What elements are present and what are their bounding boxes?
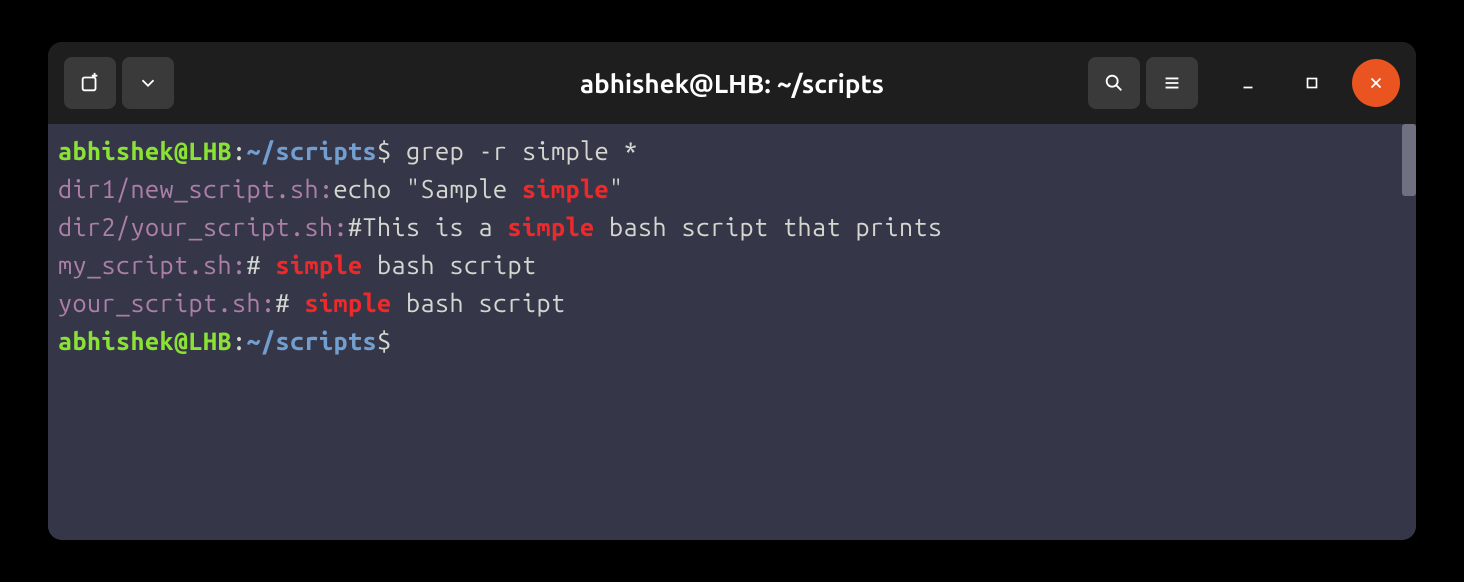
prompt-dollar: $ (377, 327, 392, 355)
result-match: simple (305, 289, 392, 317)
maximize-button[interactable] (1288, 59, 1336, 107)
grep-result-line: my_script.sh:# simple bash script (58, 246, 1406, 284)
minimize-button[interactable] (1224, 59, 1272, 107)
prompt-line: abhishek@LHB:~/scripts$ grep -r simple * (58, 132, 1406, 170)
result-after: bash script (363, 251, 537, 279)
prompt-path-tilde: ~ (247, 327, 262, 355)
new-tab-button[interactable] (64, 57, 116, 109)
command-text: grep -r simple * (392, 137, 639, 165)
terminal-body[interactable]: abhishek@LHB:~/scripts$ grep -r simple *… (48, 124, 1416, 540)
tab-dropdown-button[interactable] (122, 57, 174, 109)
result-filename: dir1/new_script.sh: (58, 175, 334, 203)
result-before: echo "Sample (334, 175, 523, 203)
grep-result-line: dir2/your_script.sh:#This is a simple ba… (58, 208, 1406, 246)
result-before: # (276, 289, 305, 317)
search-button[interactable] (1088, 57, 1140, 109)
prompt-user-host: abhishek@LHB (58, 327, 232, 355)
result-filename: my_script.sh: (58, 251, 247, 279)
close-button[interactable] (1352, 59, 1400, 107)
prompt-path: /scripts (261, 327, 377, 355)
prompt-dollar: $ (377, 137, 392, 165)
result-filename: your_script.sh: (58, 289, 276, 317)
prompt-user-host: abhishek@LHB (58, 137, 232, 165)
prompt-path: /scripts (261, 137, 377, 165)
titlebar: abhishek@LHB: ~/scripts (48, 42, 1416, 124)
result-after: bash script (392, 289, 566, 317)
prompt-colon: : (232, 137, 247, 165)
window-title: abhishek@LHB: ~/scripts (48, 69, 1416, 98)
prompt-colon: : (232, 327, 247, 355)
grep-result-line: dir1/new_script.sh:echo "Sample simple" (58, 170, 1406, 208)
scrollbar-thumb[interactable] (1402, 124, 1416, 196)
grep-result-line: your_script.sh:# simple bash script (58, 284, 1406, 322)
result-filename: dir2/your_script.sh: (58, 213, 348, 241)
hamburger-menu-button[interactable] (1146, 57, 1198, 109)
terminal-window: abhishek@LHB: ~/scripts abhishek@LHB:~/s… (48, 42, 1416, 540)
result-match: simple (276, 251, 363, 279)
prompt-line: abhishek@LHB:~/scripts$ (58, 322, 1406, 360)
result-before: #This is a (348, 213, 508, 241)
result-before: # (247, 251, 276, 279)
prompt-path-tilde: ~ (247, 137, 262, 165)
result-after: " (609, 175, 624, 203)
result-match: simple (522, 175, 609, 203)
result-after: bash script that prints (595, 213, 943, 241)
result-match: simple (508, 213, 595, 241)
